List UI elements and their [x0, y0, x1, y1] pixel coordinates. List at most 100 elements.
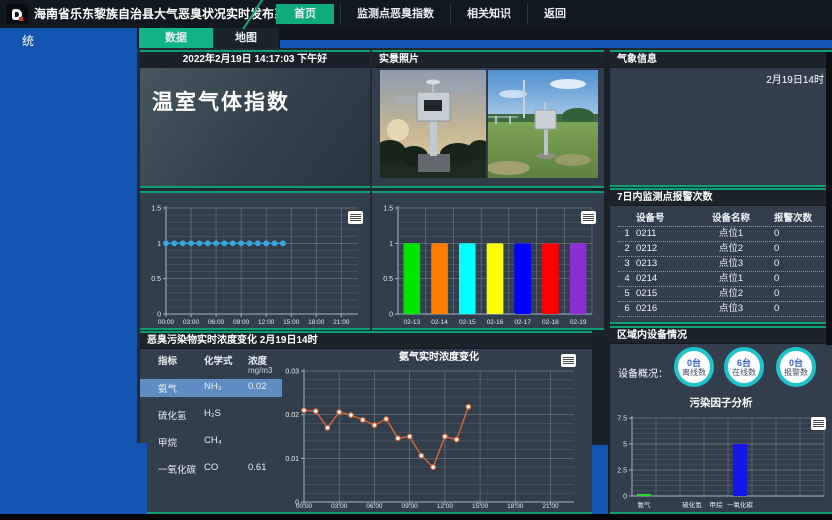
mid-blue-strip	[592, 445, 608, 514]
nav-knowledge[interactable]: 相关知识	[450, 4, 527, 24]
alarms-table: 设备号 设备名称 报警次数 1 0211 点位1 0 2 0212 点位2 0 …	[618, 212, 824, 317]
tab-bar: 数据 地图	[137, 28, 832, 48]
svg-text:06:00: 06:00	[208, 319, 225, 326]
alarms-panel-title: 7日内监测点报警次数	[610, 190, 832, 206]
svg-text:12:00: 12:00	[437, 503, 454, 510]
right-edge-strip	[826, 52, 832, 345]
pollutants-table-header: 指标 化学式 浓度 mg/m3	[140, 349, 282, 375]
pollutant-row[interactable]: 硫化氢 H₂S	[140, 406, 282, 424]
tab-data[interactable]: 数据	[139, 28, 213, 48]
svg-text:18:00: 18:00	[308, 319, 325, 326]
svg-text:09:00: 09:00	[402, 503, 419, 510]
col-device-name: 设备名称	[688, 212, 774, 226]
svg-text:7.5: 7.5	[617, 416, 627, 423]
svg-text:09:00: 09:00	[233, 319, 250, 326]
pollutant-row[interactable]: 一氧化碳 CO 0.61	[140, 460, 282, 478]
devices-panel-title: 区域内设备情况	[610, 328, 832, 344]
svg-text:02-17: 02-17	[514, 319, 531, 326]
logo	[6, 4, 28, 24]
svg-text:0.5: 0.5	[151, 276, 161, 283]
pollutants-panel: 恶臭污染物实时浓度变化 2月19日14时 指标 化学式 浓度 mg/m3 氨气 …	[140, 331, 592, 514]
svg-text:甲烷: 甲烷	[710, 500, 724, 509]
sidebar: 统	[0, 28, 137, 514]
tab-map[interactable]: 地图	[213, 28, 279, 48]
devices-panel: 区域内设备情况 设备概况： 0台 离线数 6台 在线数 0台 报警数 污染因子分…	[610, 326, 832, 514]
offline-count-circle: 0台 离线数	[674, 347, 714, 387]
alarm-count-circle: 0台 报警数	[776, 347, 816, 387]
svg-text:0.03: 0.03	[285, 369, 299, 376]
datetime-label: 2022年2月19日 14:17:03 下午好	[140, 52, 370, 68]
daily-chart-panel: 00.511.502-1302-1402-1502-1602-1702-1802…	[372, 191, 604, 330]
col-indicator: 指标	[158, 353, 204, 375]
pollutant-row[interactable]: 甲烷 CH₄	[140, 433, 282, 451]
pollutants-panel-body: 指标 化学式 浓度 mg/m3 氨气 NH₃ 0.02 硫化氢 H₂S	[140, 349, 592, 513]
svg-text:00:00: 00:00	[158, 319, 175, 326]
pollution-factor-title: 污染因子分析	[610, 395, 832, 410]
blue-strip-decoration	[280, 40, 832, 48]
site-photo-field	[488, 70, 598, 178]
greeting-panel: 2022年2月19日 14:17:03 下午好 温室气体指数	[140, 50, 370, 188]
greenhouse-chart-panel: 00.511.500:0003:0006:0009:0012:0015:0018…	[140, 191, 370, 330]
col-alarm-count: 报警次数	[774, 212, 824, 226]
svg-text:00:00: 00:00	[296, 503, 313, 510]
nav-odor-index[interactable]: 监测点恶臭指数	[340, 4, 450, 24]
photos-panel: 实景照片	[372, 50, 604, 188]
title-wrapped-char: 统	[22, 34, 34, 48]
pollutants-table: 指标 化学式 浓度 mg/m3 氨气 NH₃ 0.02 硫化氢 H₂S	[140, 349, 282, 478]
svg-text:2.5: 2.5	[617, 468, 627, 475]
svg-text:0: 0	[157, 312, 161, 319]
top-header: 海南省乐东黎族自治县大气恶臭状况实时发布系 首页 监测点恶臭指数 相关知识 返回	[0, 0, 832, 28]
table-row[interactable]: 5 0215 点位2 0	[618, 287, 824, 302]
pollutant-row-selected[interactable]: 氨气 NH₃ 0.02	[140, 379, 282, 397]
nav-home[interactable]: 首页	[276, 4, 334, 24]
svg-text:15:00: 15:00	[472, 503, 489, 510]
weather-panel: 气象信息 2月19日14时	[610, 50, 832, 187]
chart-menu-icon[interactable]	[811, 417, 826, 430]
alarms-panel: 7日内监测点报警次数 设备号 设备名称 报警次数 1 0211 点位1 0 2 …	[610, 188, 832, 324]
photo-row	[380, 70, 598, 178]
table-row[interactable]: 3 0213 点位3 0	[618, 257, 824, 272]
table-row[interactable]: 2 0212 点位2 0	[618, 242, 824, 257]
svg-text:02-19: 02-19	[570, 319, 587, 326]
weather-panel-title: 气象信息	[610, 52, 832, 68]
nav-back[interactable]: 返回	[527, 4, 582, 24]
daily-index-bar-chart[interactable]: 00.511.502-1302-1402-1502-1602-1702-1802…	[372, 194, 600, 327]
svg-text:15:00: 15:00	[283, 319, 300, 326]
table-row[interactable]: 1 0211 点位1 0	[618, 227, 824, 242]
svg-text:02-18: 02-18	[542, 319, 559, 326]
svg-text:氨气实时浓度变化: 氨气实时浓度变化	[399, 350, 479, 363]
svg-text:0.01: 0.01	[285, 456, 299, 463]
svg-text:03:00: 03:00	[331, 503, 348, 510]
svg-text:1.5: 1.5	[383, 206, 393, 213]
pollutants-panel-title: 恶臭污染物实时浓度变化 2月19日14时	[140, 333, 592, 349]
table-row[interactable]: 6 0216 点位3 0	[618, 302, 824, 317]
svg-text:0: 0	[623, 494, 627, 501]
svg-text:06:00: 06:00	[366, 503, 383, 510]
svg-text:1: 1	[157, 241, 161, 248]
svg-text:21:00: 21:00	[542, 503, 559, 510]
svg-text:5: 5	[623, 442, 627, 449]
bottom-left-blue-block	[0, 443, 147, 514]
svg-text:硫化氢: 硫化氢	[682, 500, 702, 509]
app-title: 海南省乐东黎族自治县大气恶臭状况实时发布系	[34, 0, 286, 28]
svg-text:21:00: 21:00	[333, 319, 350, 326]
svg-text:02-13: 02-13	[404, 319, 421, 326]
svg-text:0.5: 0.5	[383, 276, 393, 283]
logo-icon	[12, 9, 22, 20]
svg-text:1.5: 1.5	[151, 206, 161, 213]
svg-text:03:00: 03:00	[183, 319, 200, 326]
pollution-factor-chart[interactable]: 02.557.5氨气硫化氢甲烷一氧化碳	[612, 413, 830, 510]
chart-menu-icon[interactable]	[581, 211, 596, 224]
table-row[interactable]: 4 0214 点位1 0	[618, 272, 824, 287]
svg-text:1: 1	[389, 241, 393, 248]
bottom-edge-strip	[0, 514, 832, 520]
svg-text:02-15: 02-15	[459, 319, 476, 326]
greenhouse-gas-index-headline: 温室气体指数	[152, 86, 370, 116]
greenhouse-index-chart[interactable]: 00.511.500:0003:0006:0009:0012:0015:0018…	[140, 194, 366, 327]
chart-menu-icon[interactable]	[561, 354, 576, 367]
devices-panel-body: 设备概况： 0台 离线数 6台 在线数 0台 报警数 污染因子分析 02.557…	[610, 343, 832, 512]
chart-menu-icon[interactable]	[348, 211, 363, 224]
svg-text:02-16: 02-16	[487, 319, 504, 326]
ammonia-concentration-chart[interactable]: 00.010.020.0300:0003:0006:0009:0012:0015…	[282, 349, 590, 511]
svg-text:18:00: 18:00	[507, 503, 524, 510]
